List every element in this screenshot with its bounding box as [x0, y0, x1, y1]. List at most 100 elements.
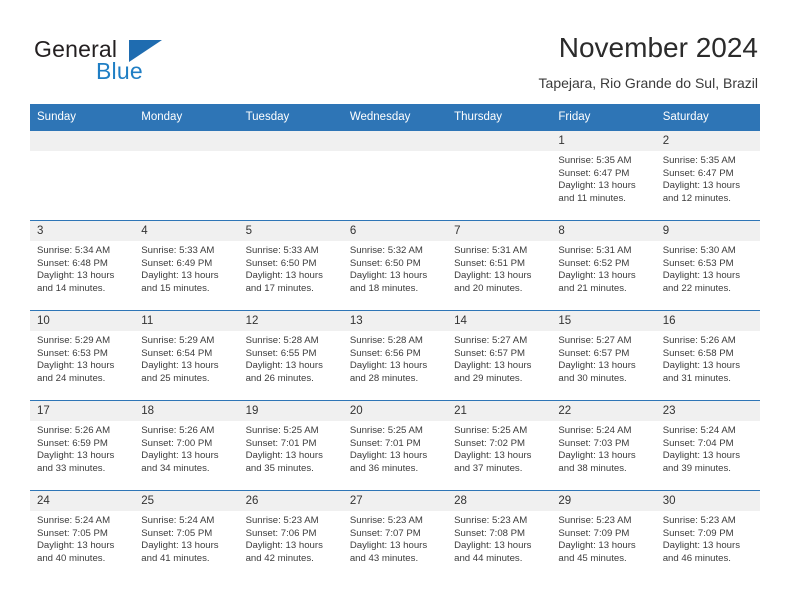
calendar-day-cell[interactable]: 24 Sunrise: 5:24 AM Sunset: 7:05 PM Dayligh… — [30, 490, 135, 580]
sunrise-text: Sunrise: 5:26 AM — [662, 335, 736, 346]
daylight-text: Daylight: 13 hours and 36 minutes. — [349, 450, 428, 474]
day-details: Sunrise: 5:32 AM Sunset: 6:50 PM Daylight:… — [343, 241, 447, 295]
calendar-day-cell[interactable]: 4 Sunrise: 5:33 AM Sunset: 6:49 PM Daylight… — [134, 220, 239, 311]
daylight-text: Daylight: 13 hours and 21 minutes. — [558, 270, 636, 294]
calendar-day-cell[interactable]: 14 Sunrise: 5:27 AM Sunset: 6:57 PM Dayligh… — [447, 310, 552, 401]
sunrise-text: Sunrise: 5:35 AM — [558, 155, 632, 166]
daylight-text: Daylight: 13 hours and 43 minutes. — [349, 540, 428, 564]
sunrise-text: Sunrise: 5:23 AM — [454, 515, 528, 526]
day-details: Sunrise: 5:24 AM Sunset: 7:04 PM Daylight:… — [656, 421, 760, 475]
calendar-day-cell[interactable]: 21 Sunrise: 5:25 AM Sunset: 7:02 PM Dayligh… — [447, 400, 552, 491]
weekday-header-friday: Friday — [551, 104, 656, 131]
calendar-day-cell[interactable]: 19 Sunrise: 5:25 AM Sunset: 7:01 PM Dayligh… — [238, 400, 343, 491]
calendar-day-cell[interactable]: 7 Sunrise: 5:31 AM Sunset: 6:51 PM Daylight… — [447, 220, 552, 311]
day-details: Sunrise: 5:29 AM Sunset: 6:53 PM Daylight:… — [30, 331, 134, 385]
day-number: 3 — [30, 221, 135, 241]
calendar-day-cell[interactable]: 27 Sunrise: 5:23 AM Sunset: 7:07 PM Dayligh… — [342, 490, 448, 580]
calendar-day-cell[interactable]: 20 Sunrise: 5:25 AM Sunset: 7:01 PM Dayligh… — [342, 400, 448, 491]
calendar-day-cell[interactable]: 30 Sunrise: 5:23 AM Sunset: 7:09 PM Dayligh… — [655, 490, 760, 580]
daylight-text: Daylight: 13 hours and 33 minutes. — [37, 450, 115, 474]
sunset-text: Sunset: 6:52 PM — [558, 257, 630, 269]
daylight-text: Daylight: 13 hours and 46 minutes. — [662, 540, 741, 564]
daylight-text: Daylight: 13 hours and 34 minutes. — [141, 450, 219, 474]
daylight-text: Daylight: 13 hours and 22 minutes. — [662, 270, 741, 294]
calendar-day-cell[interactable]: 15 Sunrise: 5:27 AM Sunset: 6:57 PM Dayligh… — [551, 310, 656, 401]
day-number: 27 — [342, 491, 448, 511]
sunset-text: Sunset: 6:57 PM — [454, 347, 526, 359]
sunrise-text: Sunrise: 5:23 AM — [558, 515, 632, 526]
calendar-day-cell[interactable]: 11 Sunrise: 5:29 AM Sunset: 6:54 PM Dayligh… — [134, 310, 239, 401]
sunrise-text: Sunrise: 5:24 AM — [141, 515, 215, 526]
calendar-day-cell[interactable]: 22 Sunrise: 5:24 AM Sunset: 7:03 PM Dayligh… — [551, 400, 656, 491]
calendar-day-cell[interactable]: 16 Sunrise: 5:26 AM Sunset: 6:58 PM Dayligh… — [655, 310, 760, 401]
calendar-day-cell[interactable]: 10 Sunrise: 5:29 AM Sunset: 6:53 PM Dayligh… — [30, 310, 135, 401]
calendar-day-cell[interactable]: 9 Sunrise: 5:30 AM Sunset: 6:53 PM Daylight… — [655, 220, 760, 311]
day-details: Sunrise: 5:27 AM Sunset: 6:57 PM Daylight:… — [447, 331, 551, 385]
daylight-text: Daylight: 13 hours and 25 minutes. — [141, 360, 219, 384]
calendar-day-cell[interactable]: 3 Sunrise: 5:34 AM Sunset: 6:48 PM Daylight… — [30, 220, 135, 311]
sunrise-text: Sunrise: 5:32 AM — [349, 245, 423, 256]
daylight-text: Daylight: 13 hours and 24 minutes. — [37, 360, 115, 384]
calendar-day-cell[interactable]: 12 Sunrise: 5:28 AM Sunset: 6:55 PM Dayligh… — [238, 310, 343, 401]
sunset-text: Sunset: 6:56 PM — [349, 347, 421, 359]
day-details: Sunrise: 5:31 AM Sunset: 6:52 PM Daylight:… — [551, 241, 655, 295]
calendar-day-cell[interactable]: 6 Sunrise: 5:32 AM Sunset: 6:50 PM Daylight… — [342, 220, 448, 311]
calendar-day-cell[interactable]: 26 Sunrise: 5:23 AM Sunset: 7:06 PM Dayligh… — [238, 490, 343, 580]
calendar-day-cell[interactable]: 2 Sunrise: 5:35 AM Sunset: 6:47 PM Daylight… — [655, 130, 760, 221]
sunset-text: Sunset: 6:51 PM — [454, 257, 526, 269]
page-title: November 2024 — [558, 32, 758, 63]
sunrise-text: Sunrise: 5:24 AM — [558, 425, 632, 436]
sunset-text: Sunset: 6:47 PM — [662, 167, 734, 179]
day-number — [238, 131, 343, 151]
day-details: Sunrise: 5:23 AM Sunset: 7:08 PM Daylight:… — [447, 511, 551, 565]
day-number: 21 — [447, 401, 552, 421]
day-details: Sunrise: 5:26 AM Sunset: 6:58 PM Daylight:… — [656, 331, 760, 385]
day-number: 2 — [655, 131, 760, 151]
day-details: Sunrise: 5:24 AM Sunset: 7:03 PM Daylight:… — [551, 421, 655, 475]
day-number: 1 — [551, 131, 656, 151]
calendar-day-cell[interactable]: 23 Sunrise: 5:24 AM Sunset: 7:04 PM Dayligh… — [655, 400, 760, 491]
daylight-text: Daylight: 13 hours and 15 minutes. — [141, 270, 219, 294]
weekday-header-monday: Monday — [134, 104, 239, 131]
calendar-cell-empty — [447, 130, 552, 221]
calendar-day-cell[interactable]: 18 Sunrise: 5:26 AM Sunset: 7:00 PM Dayligh… — [134, 400, 239, 491]
day-number — [134, 131, 239, 151]
daylight-text: Daylight: 13 hours and 37 minutes. — [454, 450, 532, 474]
sunset-text: Sunset: 7:07 PM — [349, 527, 421, 539]
sunset-text: Sunset: 6:47 PM — [558, 167, 630, 179]
calendar-body: 1 Sunrise: 5:35 AM Sunset: 6:47 PM Daylight… — [30, 130, 760, 580]
day-number: 12 — [238, 311, 343, 331]
calendar-day-cell[interactable]: 28 Sunrise: 5:23 AM Sunset: 7:08 PM Dayligh… — [447, 490, 552, 580]
day-number: 9 — [655, 221, 760, 241]
sunset-text: Sunset: 7:00 PM — [141, 437, 213, 449]
calendar-day-cell[interactable]: 5 Sunrise: 5:33 AM Sunset: 6:50 PM Daylight… — [238, 220, 343, 311]
sunrise-text: Sunrise: 5:27 AM — [558, 335, 632, 346]
calendar-day-cell[interactable]: 17 Sunrise: 5:26 AM Sunset: 6:59 PM Dayligh… — [30, 400, 135, 491]
daylight-text: Daylight: 13 hours and 28 minutes. — [349, 360, 428, 384]
weekday-header-tuesday: Tuesday — [238, 104, 343, 131]
calendar-day-cell[interactable]: 13 Sunrise: 5:28 AM Sunset: 6:56 PM Dayligh… — [342, 310, 448, 401]
sunrise-text: Sunrise: 5:29 AM — [37, 335, 111, 346]
sunset-text: Sunset: 6:54 PM — [141, 347, 213, 359]
sunset-text: Sunset: 6:59 PM — [37, 437, 108, 449]
page-subtitle: Tapejara, Rio Grande do Sul, Brazil — [538, 75, 758, 91]
calendar-week-row: 1 Sunrise: 5:35 AM Sunset: 6:47 PM Daylight… — [30, 130, 760, 221]
calendar-day-cell[interactable]: 1 Sunrise: 5:35 AM Sunset: 6:47 PM Daylight… — [551, 130, 656, 221]
calendar-table: Sunday Monday Tuesday Wednesday Thursday… — [30, 104, 760, 580]
daylight-text: Daylight: 13 hours and 18 minutes. — [349, 270, 428, 294]
calendar-day-cell[interactable]: 25 Sunrise: 5:24 AM Sunset: 7:05 PM Dayligh… — [134, 490, 239, 580]
day-number: 14 — [447, 311, 552, 331]
daylight-text: Daylight: 13 hours and 30 minutes. — [558, 360, 636, 384]
sunrise-text: Sunrise: 5:28 AM — [245, 335, 319, 346]
sunset-text: Sunset: 6:53 PM — [662, 257, 734, 269]
calendar-day-cell[interactable]: 29 Sunrise: 5:23 AM Sunset: 7:09 PM Dayligh… — [551, 490, 656, 580]
sunrise-text: Sunrise: 5:28 AM — [349, 335, 423, 346]
day-number: 6 — [342, 221, 448, 241]
calendar-day-cell[interactable]: 8 Sunrise: 5:31 AM Sunset: 6:52 PM Daylight… — [551, 220, 656, 311]
daylight-text: Daylight: 13 hours and 40 minutes. — [37, 540, 115, 564]
sunrise-text: Sunrise: 5:35 AM — [662, 155, 736, 166]
sunset-text: Sunset: 7:04 PM — [662, 437, 734, 449]
day-number: 7 — [447, 221, 552, 241]
sunset-text: Sunset: 7:05 PM — [37, 527, 108, 539]
daylight-text: Daylight: 13 hours and 12 minutes. — [662, 180, 741, 204]
